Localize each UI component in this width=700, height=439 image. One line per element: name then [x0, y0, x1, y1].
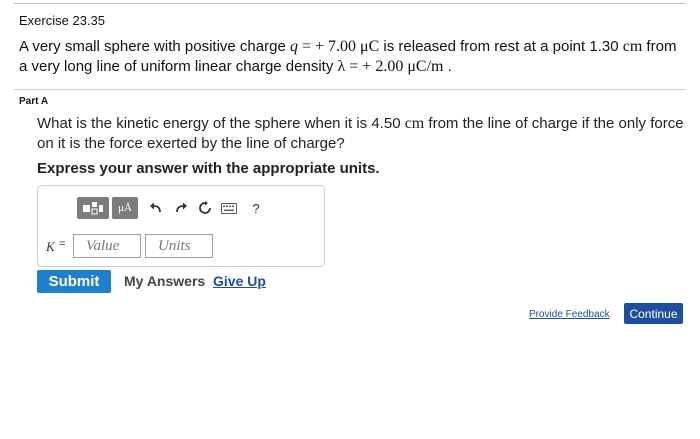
keyboard-icon — [221, 202, 237, 214]
density-symbol: λ = + 2.00 μC/m — [337, 58, 444, 75]
part-label: Part A — [19, 96, 49, 107]
undo-icon — [149, 202, 161, 213]
redo-button[interactable] — [173, 200, 189, 216]
continue-button[interactable]: Continue — [624, 303, 683, 324]
equals-sign: = — [59, 238, 66, 250]
help-button[interactable]: ? — [248, 200, 264, 216]
answer-row: K = — [46, 234, 316, 260]
top-divider — [14, 3, 686, 4]
answer-box: μÅ ? K = Value Units — [37, 185, 325, 267]
templates-button[interactable] — [77, 197, 109, 219]
keyboard-button[interactable] — [221, 200, 237, 216]
help-icon: ? — [252, 200, 260, 216]
my-answers-link[interactable]: My Answers — [124, 273, 205, 289]
problem-text: . — [443, 58, 452, 75]
provide-feedback-link[interactable]: Provide Feedback — [529, 309, 610, 320]
reset-icon — [199, 201, 211, 214]
value-input[interactable] — [73, 234, 141, 258]
exercise-title: Exercise 23.35 — [19, 13, 105, 28]
answer-instruction: Express your answer with the appropriate… — [37, 160, 380, 177]
units-button[interactable]: μÅ — [112, 197, 138, 219]
problem-statement: A very small sphere with positive charge… — [19, 37, 685, 77]
reset-button[interactable] — [197, 200, 213, 216]
charge-symbol: q = + 7.00 μC — [289, 38, 380, 55]
question-text: What is the kinetic energy of the sphere… — [37, 115, 684, 152]
units-icon: μÅ — [118, 202, 132, 214]
give-up-link[interactable]: Give Up — [213, 273, 266, 289]
templates-icon — [83, 202, 103, 215]
problem-text: is released from rest at a point 1.30 — [379, 38, 623, 55]
math-toolbar: μÅ ? — [75, 195, 281, 221]
distance-unit: cm — [622, 38, 643, 55]
distance-unit: cm — [404, 115, 425, 132]
density-unit: μC/m — [407, 58, 444, 75]
units-input[interactable] — [145, 234, 213, 258]
undo-button[interactable] — [147, 200, 163, 216]
redo-icon — [175, 202, 187, 213]
charge-unit: μC — [360, 38, 380, 55]
section-divider — [14, 89, 686, 90]
answer-variable: K — [46, 239, 55, 254]
submit-button[interactable]: Submit — [37, 270, 111, 293]
problem-text: A very small sphere with positive charge — [19, 38, 290, 55]
